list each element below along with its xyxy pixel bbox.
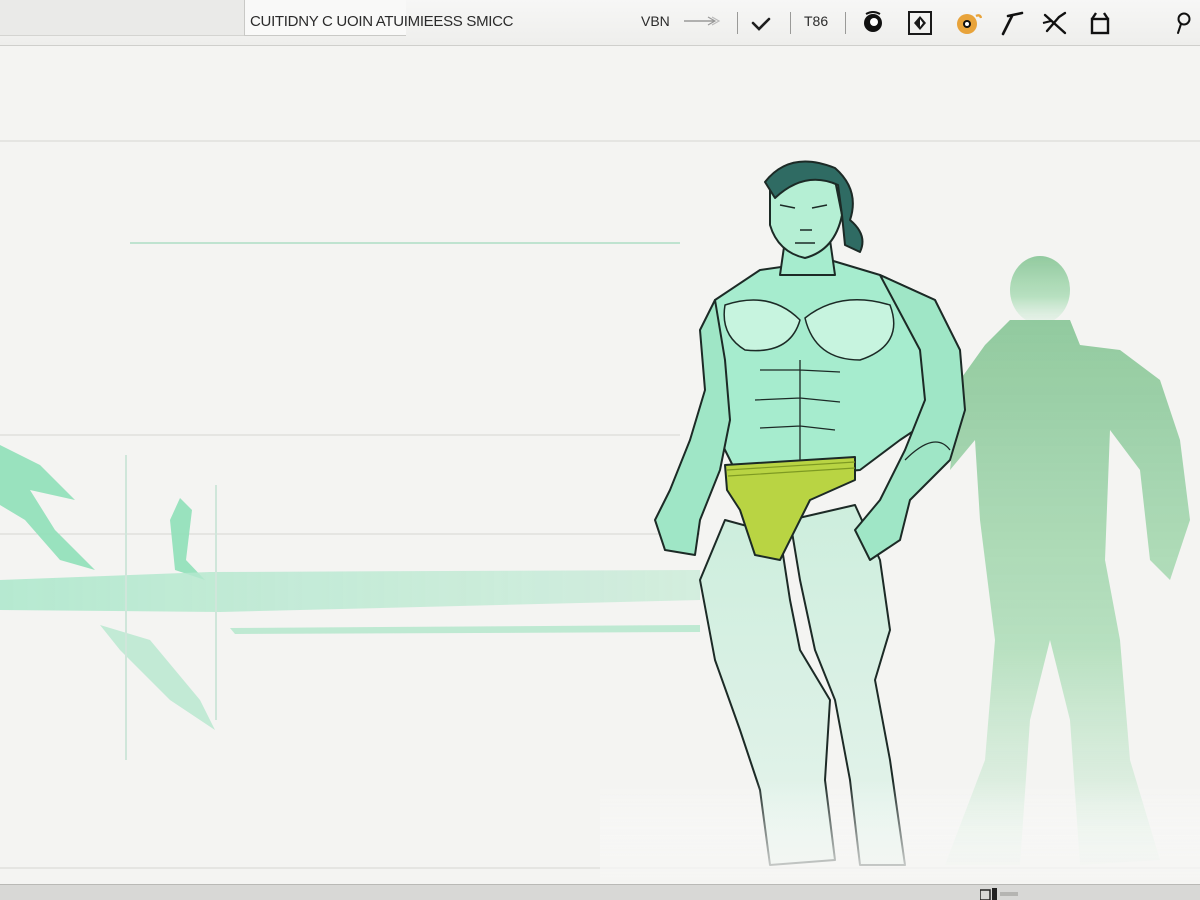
layers-icon[interactable] [980,888,1020,900]
drawing-canvas[interactable] [0,47,1200,885]
crop-icon[interactable] [1086,8,1116,38]
toolbar-separator [790,12,791,34]
toolbar-separator [845,12,846,34]
mode-label: VBN [641,13,670,29]
mode-slider[interactable] [684,14,722,28]
brush-check-icon[interactable] [746,8,776,38]
status-bar [0,884,1200,900]
canvas-artwork [0,140,1200,885]
toolbar-separator [737,12,738,34]
zoom-value: T86 [804,13,829,29]
toolbar-tab-strip [0,0,244,36]
top-toolbar: CUITIDNY C UOIN ATUIMIEESS SMICC VBN T86 [0,0,1200,46]
brush-strokes [0,445,700,730]
color-circle-icon[interactable] [953,8,983,38]
search-icon[interactable] [1168,8,1198,38]
stamp-icon[interactable] [858,8,888,38]
diamond-arrow-icon[interactable] [905,8,935,38]
floor-fade [600,650,1200,885]
window-title: CUITIDNY C UOIN ATUIMIEESS SMICC [250,13,514,30]
pen-icon[interactable] [996,8,1026,38]
app-window: CUITIDNY C UOIN ATUIMIEESS SMICC VBN T86 [0,0,1200,900]
scissors-icon[interactable] [1040,8,1070,38]
